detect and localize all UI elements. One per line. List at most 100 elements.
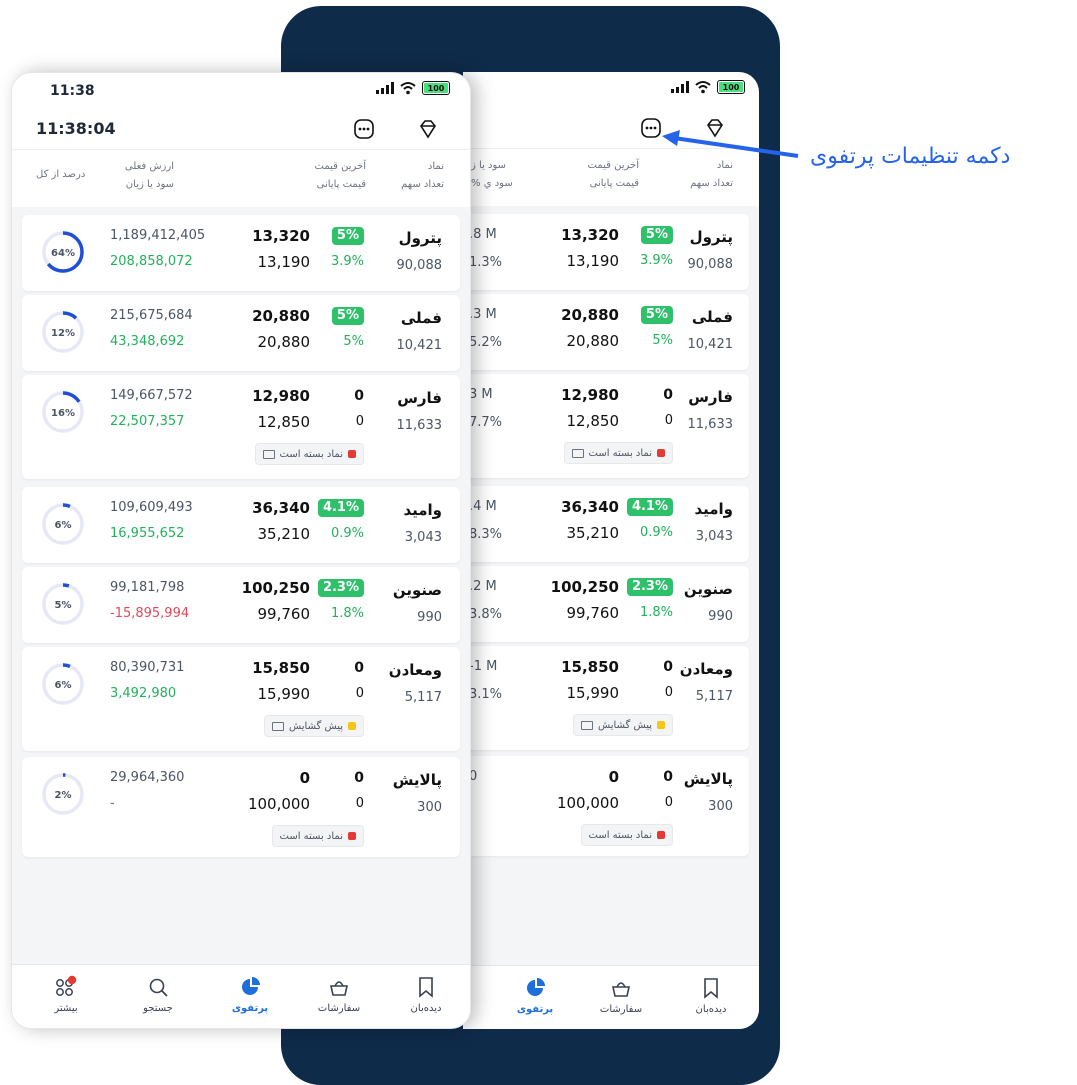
stock-card[interactable]: وامید 3,043 36,340 4.1% 35,210 0.9% 109,609,49… [22, 487, 460, 563]
stock-card[interactable]: پالایش 300 0 0 100,000 0 0 نماد بسته است [463, 756, 749, 856]
current-value: 1,189,412,405 [110, 228, 206, 243]
shares-count: 11,633 [396, 418, 443, 433]
portfolio-settings-button[interactable] [352, 117, 376, 141]
col-profit-pct: % سود ي [471, 178, 513, 189]
symbol-name: پالایش [683, 770, 733, 788]
bottom-nav: دیده‌بان سفارشات پرتفوی جستجو بیشتر [12, 964, 470, 1028]
nav-orders[interactable]: سفارشات [309, 975, 369, 1014]
message-icon [571, 448, 584, 458]
col-symbol: نماد [427, 161, 444, 172]
close-change: 3.9% [639, 253, 673, 268]
stock-card[interactable]: پالایش 300 0 0 100,000 0 29,964,360 - 2% نماد بست… [22, 757, 460, 857]
nav-watchlist[interactable]: دیده‌بان [396, 975, 456, 1014]
final-price: 13,190 [257, 253, 311, 271]
nav-search[interactable]: جستجو [128, 975, 188, 1014]
final-price: 35,210 [257, 525, 311, 543]
profit-value: .2 M [469, 579, 497, 594]
nav-more[interactable]: بیشتر [36, 975, 96, 1014]
last-price: 15,850 [252, 659, 310, 677]
portfolio-share-donut: 5% [42, 583, 84, 625]
stock-card[interactable]: صنوین 990 100,250 2.3% 99,760 1.8% .2 M 3.8% [463, 566, 749, 642]
last-price: 20,880 [252, 307, 310, 325]
portfolio-share-donut: 64% [42, 231, 84, 273]
last-change-pill: 4.1% [317, 499, 364, 517]
current-value: 99,181,798 [110, 580, 185, 595]
last-change: 0 [663, 769, 673, 785]
stock-list: پترول 90,088 13,320 5% 13,190 3.9% .8 M 1.3% فمل… [463, 206, 759, 965]
shares-count: 11,633 [687, 417, 734, 432]
profit-pct: 3.8% [469, 607, 503, 622]
stock-card[interactable]: فملی 10,421 20,880 5% 20,880 5% 215,675,684 43,… [22, 295, 460, 371]
stock-card[interactable]: وامید 3,043 36,340 4.1% 35,210 0.9% .4 M 8.3% [463, 486, 749, 562]
closed-indicator-icon [657, 831, 665, 839]
status-badge: نماد بسته است [580, 824, 673, 846]
last-change: 0 [663, 387, 673, 403]
status-icons: 100 [671, 80, 745, 94]
col-last-price: آخرین قیمت [587, 160, 639, 171]
profit-pct: 3.1% [469, 687, 503, 702]
battery-icon: 100 [422, 81, 450, 95]
final-price: 13,190 [566, 252, 620, 270]
col-profit-loss: سود یا زیان [125, 179, 174, 190]
stock-card[interactable]: ومعادن 5,117 15,850 0 15,990 0 80,390,731 3,492… [22, 647, 460, 751]
signal-icon [671, 81, 689, 93]
final-price: 15,990 [257, 685, 311, 703]
last-price: 12,980 [252, 387, 310, 405]
profit-value: .8 M [469, 227, 497, 242]
symbol-name: ومعادن [388, 661, 442, 679]
symbol-name: فملی [691, 308, 733, 326]
symbol-name: وامید [694, 500, 733, 518]
symbol-name: فارس [397, 389, 442, 407]
profit-value: .3 M [469, 307, 497, 322]
back-screen: 100 نماد تعداد سهم آخرین قیمت قیمت پایان… [463, 72, 759, 1029]
portfolio-share-label: 6% [55, 680, 72, 691]
last-change: 0 [354, 388, 364, 404]
close-change: 1.8% [330, 606, 364, 621]
last-change-pill: 5% [640, 226, 673, 244]
profit-loss: 3,492,980 [110, 686, 177, 701]
portfolio-share-label: 6% [55, 520, 72, 531]
nav-watchlist[interactable]: دیده‌بان [681, 976, 741, 1015]
stock-card[interactable]: فملی 10,421 20,880 5% 20,880 5% .3 M 5.2% [463, 294, 749, 370]
status-label: پیش گشایش [598, 719, 652, 731]
last-change-pill: 4.1% [626, 498, 673, 516]
last-price: 100,250 [550, 578, 619, 596]
col-profit: سود یا ز [471, 160, 507, 171]
symbol-name: پترول [689, 228, 733, 246]
nav-portfolio[interactable]: پرتفوی [220, 975, 280, 1014]
portfolio-share-label: 12% [51, 328, 75, 339]
status-bar: 100 [463, 72, 759, 106]
last-price: 13,320 [252, 227, 310, 245]
col-shares: تعداد سهم [690, 178, 733, 189]
live-clock: 11:38:04 [36, 119, 116, 138]
col-final-price: قیمت پایانی [316, 179, 366, 190]
last-price: 36,340 [252, 499, 310, 517]
last-price: 0 [608, 768, 619, 786]
stock-card[interactable]: پترول 90,088 13,320 5% 13,190 3.9% 1,189,412,4… [22, 215, 460, 291]
last-change-pill: 5% [640, 306, 673, 324]
shares-count: 10,421 [687, 337, 734, 352]
close-change: 0 [355, 414, 364, 429]
grid-icon [56, 975, 77, 996]
shares-count: 5,117 [695, 689, 733, 704]
stock-card[interactable]: فارس 11,633 12,980 0 12,850 0 149,667,572 22,50… [22, 375, 460, 479]
nav-orders[interactable]: سفارشات [591, 976, 651, 1015]
status-label: نماد بسته است [588, 829, 652, 841]
status-time: 11:38 [50, 83, 95, 99]
last-price: 12,980 [561, 386, 619, 404]
close-change: 5% [652, 333, 673, 348]
stock-card[interactable]: صنوین 990 100,250 2.3% 99,760 1.8% 99,181,798 -… [22, 567, 460, 643]
final-price: 15,990 [566, 684, 620, 702]
final-price: 99,760 [566, 604, 620, 622]
stock-card[interactable]: پترول 90,088 13,320 5% 13,190 3.9% .8 M 1.3% [463, 214, 749, 290]
status-badge: نماد بسته است [563, 442, 673, 464]
close-change: 0 [664, 685, 673, 700]
diamond-button[interactable] [416, 117, 440, 141]
stock-card[interactable]: فارس 11,633 12,980 0 12,850 0 3 M 7.7% نماد بسته… [463, 374, 749, 478]
message-icon [581, 720, 593, 730]
toolbar: 11:38:04 [12, 109, 470, 149]
stock-card[interactable]: ومعادن 5,117 15,850 0 15,990 0 -1 M 3.1% پیش گشا… [463, 646, 749, 750]
profit-value: .4 M [469, 499, 497, 514]
nav-portfolio[interactable]: پرتفوی [505, 976, 565, 1015]
col-final-price: قیمت پایانی [589, 178, 639, 189]
